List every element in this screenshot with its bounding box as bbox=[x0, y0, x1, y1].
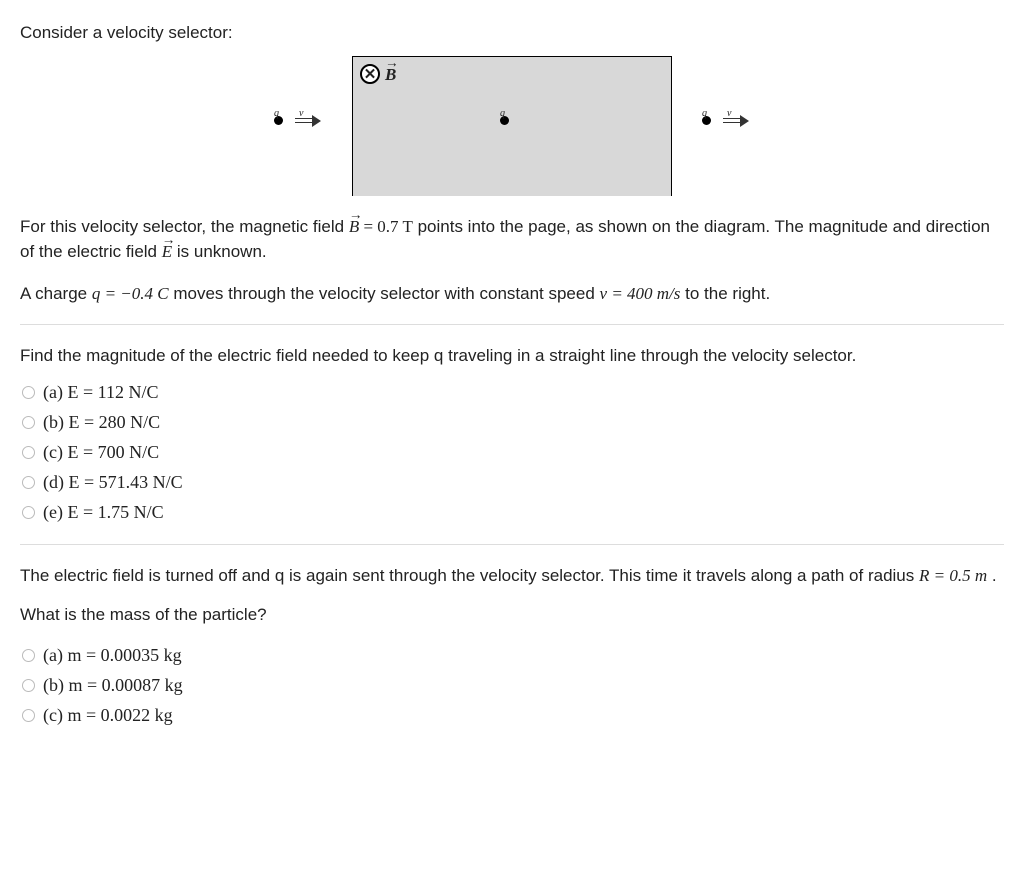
into-page-icon: ✕ bbox=[360, 64, 380, 84]
option-a[interactable]: (a) m = 0.00035 kg bbox=[22, 642, 1004, 669]
question-1-text: Find the magnitude of the electric field… bbox=[20, 343, 1004, 369]
q-label: q bbox=[702, 106, 707, 121]
velocity-arrow-icon bbox=[295, 116, 321, 126]
q-label: q bbox=[500, 106, 505, 121]
paragraph-2: A charge q = −0.4 C moves through the ve… bbox=[20, 281, 1004, 307]
question-2-prompt: What is the mass of the particle? bbox=[20, 602, 1004, 628]
charge-value: q = −0.4 C bbox=[92, 284, 169, 303]
option-d[interactable]: (d) E = 571.43 N/C bbox=[22, 469, 1004, 496]
b-field-label: ✕ B bbox=[360, 62, 396, 88]
radio-icon[interactable] bbox=[22, 446, 35, 459]
divider bbox=[20, 324, 1004, 325]
question-2-options: (a) m = 0.00035 kg (b) m = 0.00087 kg (c… bbox=[20, 642, 1004, 729]
radius-value: R = 0.5 m bbox=[919, 566, 987, 585]
intro-text: Consider a velocity selector: bbox=[20, 20, 1004, 46]
velocity-selector-diagram: ✕ B q v q q v bbox=[232, 56, 792, 196]
velocity-arrow-icon bbox=[723, 116, 749, 126]
question-1-options: (a) E = 112 N/C (b) E = 280 N/C (c) E = … bbox=[20, 379, 1004, 526]
option-b[interactable]: (b) E = 280 N/C bbox=[22, 409, 1004, 436]
option-c[interactable]: (c) E = 700 N/C bbox=[22, 439, 1004, 466]
paragraph-1: For this velocity selector, the magnetic… bbox=[20, 214, 1004, 265]
charge-middle: q bbox=[500, 116, 509, 125]
b-vector: B bbox=[349, 214, 359, 240]
velocity-value: v = 400 m/s bbox=[600, 284, 681, 303]
divider bbox=[20, 544, 1004, 545]
radio-icon[interactable] bbox=[22, 476, 35, 489]
radio-icon[interactable] bbox=[22, 416, 35, 429]
b-vector-label: B bbox=[385, 62, 396, 88]
charge-left: q v bbox=[274, 116, 321, 126]
e-vector: E bbox=[162, 239, 172, 265]
option-a[interactable]: (a) E = 112 N/C bbox=[22, 379, 1004, 406]
radio-icon[interactable] bbox=[22, 506, 35, 519]
diagram-container: ✕ B q v q q v bbox=[20, 56, 1004, 196]
radio-icon[interactable] bbox=[22, 679, 35, 692]
radio-icon[interactable] bbox=[22, 649, 35, 662]
charge-right: q v bbox=[702, 116, 749, 126]
option-e[interactable]: (e) E = 1.75 N/C bbox=[22, 499, 1004, 526]
q-label: q bbox=[274, 106, 279, 121]
question-2-intro: The electric field is turned off and q i… bbox=[20, 563, 1004, 589]
option-b[interactable]: (b) m = 0.00087 kg bbox=[22, 672, 1004, 699]
radio-icon[interactable] bbox=[22, 386, 35, 399]
field-region bbox=[352, 56, 672, 196]
option-c[interactable]: (c) m = 0.0022 kg bbox=[22, 702, 1004, 729]
radio-icon[interactable] bbox=[22, 709, 35, 722]
